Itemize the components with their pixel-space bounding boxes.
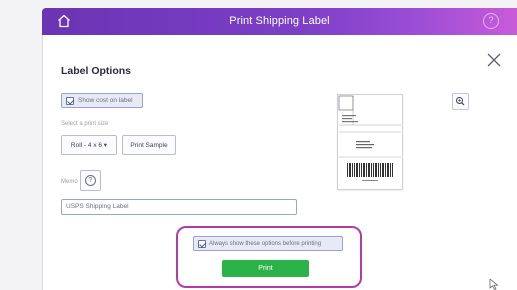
print-sample-button[interactable]: Print Sample — [122, 135, 176, 155]
print-size-dropdown[interactable]: Roll - 4 x 6 ▾ — [61, 135, 117, 155]
mouse-cursor-icon — [489, 279, 499, 290]
title-bar: Print Shipping Label ? — [42, 8, 517, 35]
label-options-panel: Label Options Show cost on label Select … — [42, 35, 517, 290]
show-cost-checkbox[interactable]: Show cost on label — [61, 93, 143, 108]
memo-label: Memo — [61, 179, 78, 185]
close-icon[interactable] — [486, 52, 502, 68]
question-icon: ? — [85, 175, 96, 186]
help-icon[interactable]: ? — [483, 13, 499, 29]
label-preview-graphic — [338, 95, 401, 181]
always-show-label: Always show these options before printin… — [209, 240, 322, 247]
zoom-icon — [456, 97, 465, 106]
section-heading: Label Options — [61, 65, 132, 77]
memo-help-button[interactable]: ? — [80, 170, 101, 191]
always-show-options-checkbox[interactable]: Always show these options before printin… — [193, 236, 343, 251]
checkbox-checked-icon[interactable] — [198, 239, 206, 248]
zoom-button[interactable] — [452, 93, 469, 110]
print-size-label: Select a print size — [61, 121, 109, 127]
window-title: Print Shipping Label — [229, 15, 330, 27]
show-cost-label: Show cost on label — [78, 97, 133, 104]
print-button[interactable]: Print — [222, 260, 309, 277]
memo-input[interactable]: USPS Shipping Label — [61, 199, 297, 215]
label-preview — [337, 94, 403, 190]
checkbox-checked-icon[interactable] — [66, 96, 74, 105]
